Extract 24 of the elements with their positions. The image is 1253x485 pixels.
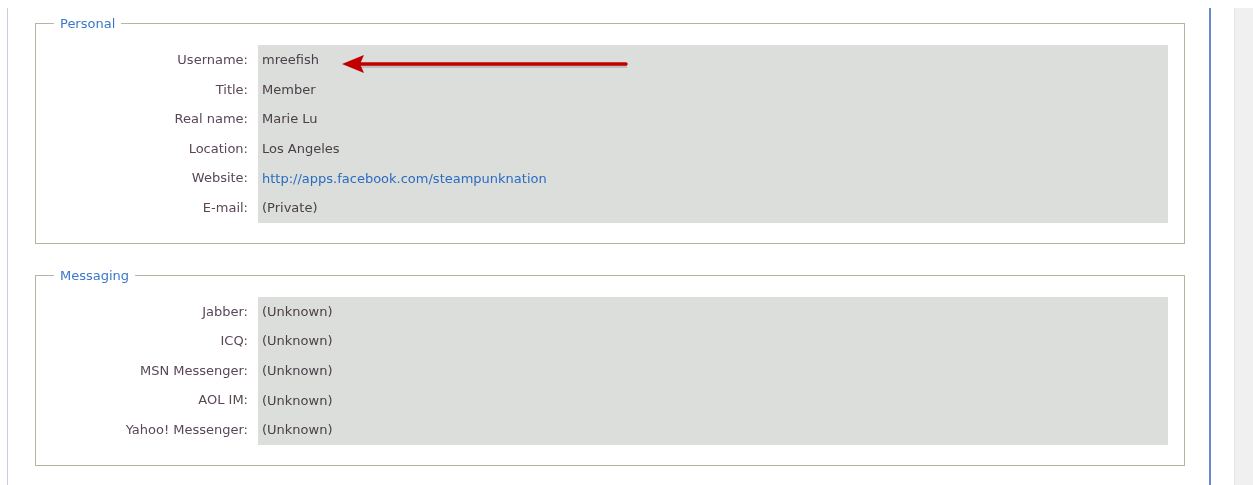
field-value: Member [262,81,316,97]
field-label: AOL IM: [197,391,249,410]
field-value: (Unknown) [262,303,333,319]
field-value: (Unknown) [262,422,333,438]
section-legend: Personal [54,16,122,31]
field-label: Yahoo! Messenger: [124,420,249,439]
field-value: (Private) [262,200,318,216]
field-label: Jabber: [200,302,249,321]
field-label: Title: [214,80,249,99]
field-value: mreefish [262,52,319,68]
field-value: Los Angeles [262,141,340,157]
section-legend: Messaging [54,267,136,283]
field-value: (Unknown) [262,363,333,379]
website-link[interactable]: http://apps.facebook.com/steampunknation [262,170,547,186]
field-value: (Unknown) [262,333,333,349]
field-label: Username: [176,51,249,69]
field-value: (Unknown) [262,392,333,408]
field-label: MSN Messenger: [138,361,249,380]
field-label: Real name: [173,110,249,129]
field-label: Location: [187,139,249,158]
field-label: E-mail: [201,198,249,217]
field-label: Website: [190,169,249,188]
field-label: ICQ: [219,332,249,351]
field-value: Marie Lu [262,111,318,127]
